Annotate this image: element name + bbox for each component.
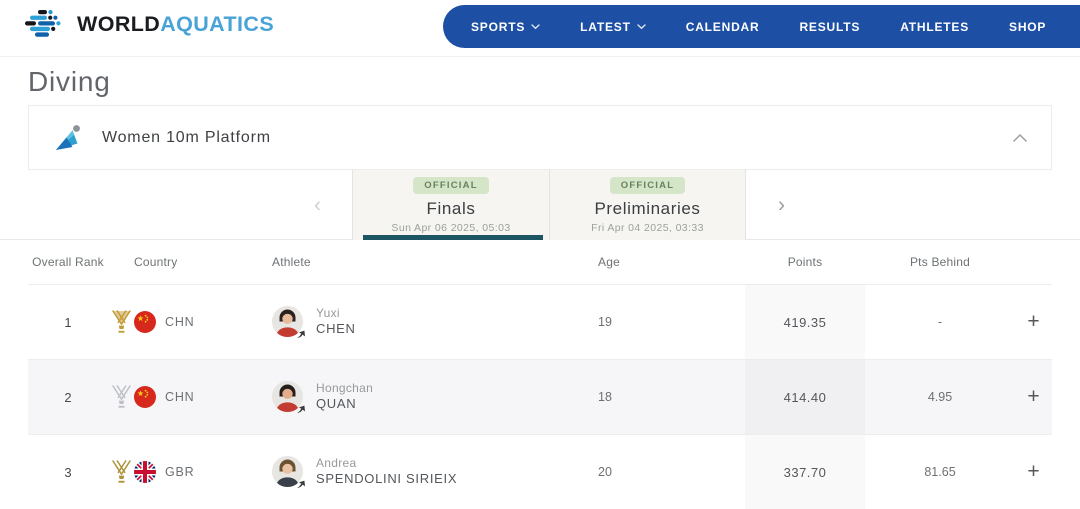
diver-icon <box>51 122 85 154</box>
official-badge: OFFICIAL <box>413 177 488 194</box>
page-title: Diving <box>28 66 1080 98</box>
nav-item-calendar[interactable]: CALENDAR <box>686 20 760 34</box>
pts-behind-value: 81.65 <box>865 465 1015 479</box>
brand-aquatics-text: AQUATICS <box>160 12 274 36</box>
rank-value: 2 <box>28 390 108 405</box>
expand-row-button[interactable]: + <box>1015 385 1052 409</box>
expand-photo-icon <box>296 404 306 414</box>
world-aquatics-logo-icon <box>24 9 66 39</box>
world-aquatics-logo[interactable]: WORLDAQUATICS <box>24 9 274 39</box>
column-pts-behind: Pts Behind <box>865 255 1015 269</box>
nav-item-latest[interactable]: LATEST <box>580 20 646 34</box>
result-row: 1 CHN <box>28 284 1052 359</box>
chevron-right-icon[interactable]: › <box>774 190 789 219</box>
athlete-first-name: Hongchan <box>316 381 373 397</box>
nav-item-athletes[interactable]: ATHLETES <box>900 20 969 34</box>
athlete-last-name: CHEN <box>316 321 356 338</box>
nav-item-shop[interactable]: SHOP <box>1009 20 1046 34</box>
session-tab-preliminaries[interactable]: OFFICIAL Preliminaries Fri Apr 04 2025, … <box>549 170 746 240</box>
expand-photo-icon <box>296 329 306 339</box>
results-table: Overall Rank Country Athlete Age Points … <box>28 240 1052 509</box>
event-card: Women 10m Platform <box>28 105 1052 170</box>
bronze-medal-icon <box>111 460 132 485</box>
country-code: CHN <box>165 315 194 329</box>
column-athlete: Athlete <box>264 255 590 269</box>
expand-photo-icon <box>296 479 306 489</box>
chevron-up-icon <box>1013 134 1027 142</box>
athlete-avatar[interactable] <box>272 456 303 487</box>
age-value: 18 <box>590 390 745 404</box>
pts-behind-value: - <box>865 315 1015 329</box>
session-tab-date: Fri Apr 04 2025, 03:33 <box>591 222 704 234</box>
column-age: Age <box>590 255 745 269</box>
chn-flag-icon <box>134 386 156 408</box>
collapse-button[interactable] <box>1009 125 1031 151</box>
athlete-avatar[interactable] <box>272 306 303 337</box>
event-title: Women 10m Platform <box>102 129 271 147</box>
brand-wordmark: WORLDAQUATICS <box>77 12 274 37</box>
official-badge: OFFICIAL <box>610 177 685 194</box>
points-value: 414.40 <box>745 360 865 434</box>
rank-value: 3 <box>28 465 108 480</box>
gbr-flag-icon <box>134 461 156 483</box>
points-value: 419.35 <box>745 285 865 359</box>
country-code: CHN <box>165 390 194 404</box>
session-tab-strip: ‹ OFFICIAL Finals Sun Apr 06 2025, 05:03… <box>0 170 1080 240</box>
top-bar: WORLDAQUATICS SPORTS LATEST CALENDAR RES… <box>0 0 1080 57</box>
athlete-avatar[interactable] <box>272 381 303 412</box>
column-points: Points <box>745 255 865 269</box>
result-row: 3 <box>28 434 1052 509</box>
nav-item-sports[interactable]: SPORTS <box>471 20 540 34</box>
brand-world-text: WORLD <box>77 12 160 36</box>
column-country: Country <box>134 255 264 269</box>
athlete-first-name: Yuxi <box>316 306 356 322</box>
athlete-last-name: SPENDOLINI SIRIEIX <box>316 471 457 488</box>
chn-flag-icon <box>134 311 156 333</box>
age-value: 20 <box>590 465 745 479</box>
result-row: 2 CHN <box>28 359 1052 434</box>
column-overall-rank: Overall Rank <box>28 255 108 269</box>
expand-row-button[interactable]: + <box>1015 460 1052 484</box>
session-tab-label: Preliminaries <box>594 199 700 219</box>
gold-medal-icon <box>111 310 132 335</box>
chevron-down-icon <box>637 24 646 30</box>
country-code: GBR <box>165 465 195 479</box>
nav-item-results[interactable]: RESULTS <box>799 20 860 34</box>
session-tabs: OFFICIAL Finals Sun Apr 06 2025, 05:03 O… <box>352 170 746 240</box>
expand-row-button[interactable]: + <box>1015 310 1052 334</box>
points-value: 337.70 <box>745 435 865 509</box>
session-tab-finals[interactable]: OFFICIAL Finals Sun Apr 06 2025, 05:03 <box>352 170 549 240</box>
main-nav: SPORTS LATEST CALENDAR RESULTS ATHLETES … <box>443 5 1080 48</box>
rank-value: 1 <box>28 315 108 330</box>
results-table-header: Overall Rank Country Athlete Age Points … <box>28 240 1052 284</box>
results-table-body: 1 CHN <box>28 284 1052 509</box>
athlete-last-name: QUAN <box>316 396 373 413</box>
chevron-left-icon[interactable]: ‹ <box>310 190 325 219</box>
session-tab-date: Sun Apr 06 2025, 05:03 <box>391 222 510 234</box>
chevron-down-icon <box>531 24 540 30</box>
athlete-first-name: Andrea <box>316 456 457 472</box>
pts-behind-value: 4.95 <box>865 390 1015 404</box>
session-tab-label: Finals <box>427 199 476 219</box>
age-value: 19 <box>590 315 745 329</box>
silver-medal-icon <box>111 385 132 410</box>
